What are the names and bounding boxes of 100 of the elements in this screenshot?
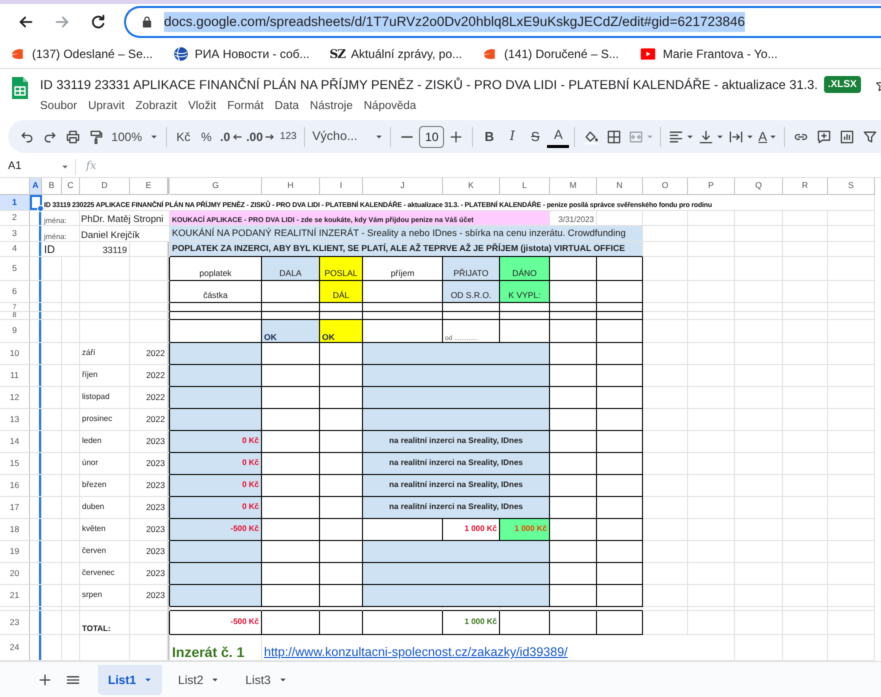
italic-button[interactable]: I: [501, 124, 524, 150]
row-header[interactable]: 20: [0, 563, 30, 585]
table-cell: červenec: [80, 563, 130, 585]
column-header[interactable]: Q: [735, 178, 783, 195]
caret-icon: [150, 132, 158, 140]
menu-item[interactable]: Nástroje: [310, 98, 353, 116]
borders-icon: [606, 128, 622, 144]
row-header[interactable]: 17: [0, 497, 30, 519]
row-header[interactable]: 16: [0, 475, 30, 497]
percent-button[interactable]: %: [195, 124, 218, 150]
decrease-decimals-button[interactable]: .0: [218, 124, 244, 150]
filter-icon: [862, 128, 878, 144]
table-cell: 0 Kč: [170, 431, 262, 453]
print-icon: [65, 128, 81, 144]
row-header[interactable]: 15: [0, 453, 30, 475]
menu-item[interactable]: Vložit: [188, 98, 216, 116]
table-cell: -500 Kč: [170, 611, 262, 635]
row-header[interactable]: 9: [0, 320, 30, 343]
number-format-button[interactable]: 123: [277, 124, 300, 150]
font-size-field[interactable]: 10: [419, 126, 444, 148]
url-text: docs.google.com/spreadsheets/d/1T7uRVz2o0Dv20hblq8LxE9uKskgJECdZ/edit#gid=621723846: [164, 12, 746, 32]
zoom-dropdown[interactable]: 100%: [108, 124, 162, 150]
paint-bucket-icon: [583, 128, 600, 144]
text-wrap-icon: [728, 128, 744, 144]
column-header[interactable]: K: [443, 178, 500, 195]
table-cell: květen: [80, 519, 130, 541]
link[interactable]: http://www.konzultacni-spolecnost.cz/zakazky/id39389/: [264, 645, 568, 660]
column-header[interactable]: S: [828, 178, 875, 195]
bold-button[interactable]: B: [478, 124, 500, 150]
column-header[interactable]: A: [30, 178, 42, 195]
column-header[interactable]: L: [500, 178, 550, 195]
table-cell: DÁNO: [500, 257, 550, 281]
column-header[interactable]: H: [262, 178, 320, 195]
column-header[interactable]: C: [62, 178, 80, 195]
row-header[interactable]: 23: [0, 611, 30, 635]
column-header[interactable]: O: [643, 178, 688, 195]
table-cell: leden: [80, 431, 130, 453]
table-cell: prosinec: [80, 409, 130, 431]
caret-icon: [144, 676, 152, 684]
table-cell: duben: [80, 497, 130, 519]
column-header[interactable]: I: [320, 178, 363, 195]
sheet-tab[interactable]: List1: [98, 664, 162, 694]
menu-item[interactable]: Data: [274, 98, 299, 116]
column-header[interactable]: M: [550, 178, 597, 195]
bookmark[interactable]: (141) Doručené – S...: [482, 46, 619, 62]
bookmark[interactable]: (137) Odeslané – Se...: [10, 46, 153, 62]
row-header[interactable]: 14: [0, 431, 30, 453]
fill-handle[interactable]: [37, 205, 44, 212]
bookmark[interactable]: Marie Frantova - Yo...: [638, 46, 778, 62]
currency-button[interactable]: Kč: [172, 124, 194, 150]
table-cell: říjen: [80, 365, 130, 387]
column-header[interactable]: G: [170, 178, 262, 195]
row-header[interactable]: 6: [0, 281, 30, 303]
menu-item[interactable]: Soubor: [40, 98, 78, 116]
menu-item[interactable]: Nápověda: [364, 98, 416, 116]
caret-icon: [716, 132, 724, 140]
row-header[interactable]: 12: [0, 387, 30, 409]
strikethrough-button[interactable]: S: [524, 124, 546, 150]
menu-item[interactable]: Upravit: [88, 98, 125, 116]
row-header[interactable]: 10: [0, 343, 30, 365]
column-header[interactable]: D: [80, 178, 130, 195]
caret-icon: [61, 162, 69, 170]
text-rotation-button[interactable]: A: [756, 124, 779, 150]
table-cell: DALA: [262, 257, 320, 281]
text-color-button[interactable]: A: [547, 126, 570, 148]
caret-icon: [646, 132, 654, 140]
row-header[interactable]: 2: [0, 211, 30, 226]
row-header[interactable]: 19: [0, 541, 30, 563]
increase-decimals-button[interactable]: .00: [244, 124, 276, 150]
table-cell: POPLATEK ZA INZERCI, ABY BYL KLIENT, SE PLATÍ, ALE AŽ TEPRVE AŽ JE PŘÍJEM (jistota) VIRTUAL OFFICE: [170, 242, 643, 257]
column-header[interactable]: J: [363, 178, 443, 195]
bookmark[interactable]: РИА Новости - соб...: [172, 46, 310, 62]
menu-item[interactable]: Zobrazit: [136, 98, 178, 116]
sheet-tab[interactable]: List3: [235, 664, 297, 694]
address-bar[interactable]: docs.google.com/spreadsheets/d/1T7uRVz2o0Dv20hblq8LxE9uKskgJECdZ/edit#gid=621723846: [124, 6, 881, 38]
row-header[interactable]: 21: [0, 585, 30, 607]
column-header[interactable]: E: [130, 178, 168, 195]
column-header[interactable]: P: [688, 178, 735, 195]
row-header[interactable]: 18: [0, 519, 30, 541]
row-header[interactable]: 3: [0, 226, 30, 242]
row-header[interactable]: 1: [0, 195, 30, 211]
menu-item[interactable]: Formát: [227, 98, 264, 116]
table-cell: DÁL: [320, 281, 363, 303]
align-bottom-icon: [698, 128, 714, 144]
minus-icon: [401, 136, 414, 138]
row-header[interactable]: 5: [0, 257, 30, 281]
row-header[interactable]: 24: [0, 635, 30, 661]
bookmark[interactable]: SZ Aktuální zprávy, po...: [330, 46, 462, 62]
row-header[interactable]: 13: [0, 409, 30, 431]
column-header[interactable]: B: [42, 178, 62, 195]
sheet-tab[interactable]: List2: [168, 664, 230, 694]
table-cell: září: [80, 343, 130, 365]
font-dropdown[interactable]: Výcho...: [310, 124, 386, 150]
column-header[interactable]: N: [597, 178, 643, 195]
left-arrow-icon: [232, 132, 242, 142]
caret-icon: [375, 132, 384, 140]
name-box[interactable]: A1: [8, 158, 76, 174]
column-header[interactable]: R: [783, 178, 828, 195]
row-header[interactable]: 11: [0, 365, 30, 387]
row-header[interactable]: 4: [0, 242, 30, 257]
